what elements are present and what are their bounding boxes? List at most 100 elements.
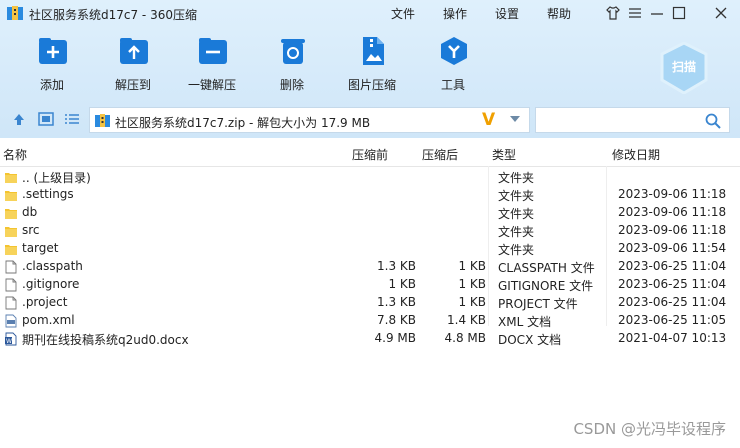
file-size-before: 1 KB — [388, 277, 416, 291]
close-icon[interactable] — [713, 5, 729, 21]
maximize-icon[interactable] — [671, 5, 687, 21]
delete-button[interactable]: 删除 — [257, 34, 327, 94]
menu-settings[interactable]: 设置 — [495, 5, 519, 22]
file-icon — [4, 259, 18, 274]
file-row[interactable]: .gitignore 1 KB 1 KB GITIGNORE 文件 2023-06-25… — [0, 275, 740, 293]
file-type: DOCX 文档 — [498, 333, 562, 347]
file-date: 2023-09-06 11:18 — [618, 187, 727, 201]
file-name: target — [22, 241, 59, 255]
add-button[interactable]: 添加 — [17, 34, 87, 94]
add-icon — [39, 38, 67, 64]
v-badge-icon[interactable]: V — [482, 110, 495, 130]
extract-to-label: 解压到 — [114, 78, 151, 92]
file-date: 2023-06-25 11:04 — [618, 277, 727, 291]
file-name: pom.xml — [22, 313, 75, 327]
file-date: 2023-09-06 11:18 — [618, 223, 727, 237]
tools-label: 工具 — [440, 78, 465, 92]
scan-label: 扫描 — [671, 60, 696, 74]
column-name[interactable]: 名称 — [3, 146, 27, 163]
skin-shirt-icon[interactable] — [605, 5, 621, 21]
file-icon — [4, 277, 18, 292]
file-icon — [4, 295, 18, 310]
path-dropdown-icon[interactable] — [510, 116, 520, 122]
folder-icon — [4, 187, 18, 201]
file-type: 文件夹 — [498, 243, 535, 257]
file-date: 2023-06-25 11:04 — [618, 259, 727, 273]
archive-app-icon — [7, 6, 23, 20]
file-name: .. (上级目录) — [22, 171, 91, 185]
tools-icon — [441, 37, 467, 65]
file-row[interactable]: db 文件夹 2023-09-06 11:18 — [0, 203, 740, 221]
file-size-before: 4.9 MB — [374, 331, 416, 345]
window-title: 社区服务系统d17c7 - 360压缩 — [29, 8, 197, 22]
file-row[interactable]: .. (上级目录) 文件夹 — [0, 167, 740, 185]
menu-action[interactable]: 操作 — [443, 5, 467, 22]
column-before[interactable]: 压缩前 — [352, 146, 388, 163]
add-label: 添加 — [39, 78, 64, 92]
file-type: CLASSPATH 文件 — [498, 261, 595, 275]
address-row: 社区服务系统d17c7.zip - 解包大小为 17.9 MB V — [0, 104, 740, 134]
one-click-extract-label: 一键解压 — [187, 78, 236, 92]
file-name: .project — [22, 295, 68, 309]
file-date: 2023-09-06 11:18 — [618, 205, 727, 219]
menu-lines-icon[interactable] — [627, 5, 643, 21]
svg-text:W: W — [6, 338, 12, 345]
xml-file-icon — [4, 313, 18, 328]
file-name: src — [22, 223, 40, 237]
file-row[interactable]: .classpath 1.3 KB 1 KB CLASSPATH 文件 2023-06-… — [0, 257, 740, 275]
folder-icon — [4, 169, 18, 183]
file-name: 期刊在线投稿系统q2ud0.docx — [22, 333, 189, 347]
image-compress-button[interactable]: 图片压缩 — [337, 34, 407, 94]
title-bar: 社区服务系统d17c7 - 360压缩 文件 操作 设置 帮助 — [0, 0, 740, 28]
search-input[interactable] — [535, 107, 730, 133]
one-click-extract-icon — [199, 38, 227, 64]
file-name: .classpath — [22, 259, 83, 273]
scan-button[interactable]: 扫描 — [660, 42, 708, 94]
minimize-icon[interactable] — [649, 5, 665, 21]
file-type: 文件夹 — [498, 207, 535, 221]
up-arrow-icon[interactable] — [12, 112, 26, 126]
file-list-header: 名称 压缩前 压缩后 类型 修改日期 — [0, 138, 740, 167]
column-date[interactable]: 修改日期 — [612, 146, 660, 163]
file-row[interactable]: target 文件夹 2023-09-06 11:54 — [0, 239, 740, 257]
folder-icon — [4, 205, 18, 219]
menu-help[interactable]: 帮助 — [547, 5, 571, 22]
file-type: 文件夹 — [498, 171, 535, 185]
one-click-extract-button[interactable]: 一键解压 — [177, 34, 247, 94]
file-type: XML 文档 — [498, 315, 552, 329]
search-icon[interactable] — [705, 113, 721, 129]
thumbnail-view-icon[interactable] — [38, 112, 54, 126]
top-chrome: 社区服务系统d17c7 - 360压缩 文件 操作 设置 帮助 添加 解压到 一… — [0, 0, 740, 138]
column-after[interactable]: 压缩后 — [422, 146, 458, 163]
file-size-after: 1 KB — [458, 259, 486, 273]
word-doc-icon: W — [4, 331, 18, 346]
file-size-before: 7.8 KB — [377, 313, 416, 327]
file-size-before: 1.3 KB — [377, 259, 416, 273]
file-date: 2023-06-25 11:04 — [618, 295, 727, 309]
file-name: .settings — [22, 187, 74, 201]
file-row[interactable]: W 期刊在线投稿系统q2ud0.docx 4.9 MB 4.8 MB DOCX 文档 20… — [0, 329, 740, 347]
file-type: 文件夹 — [498, 225, 535, 239]
delete-icon — [281, 39, 305, 64]
list-view-icon[interactable] — [64, 112, 80, 126]
file-row[interactable]: .project 1.3 KB 1 KB PROJECT 文件 2023-06-25 1… — [0, 293, 740, 311]
file-date: 2021-04-07 10:13 — [618, 331, 727, 345]
menu-file[interactable]: 文件 — [391, 5, 415, 22]
path-text: 社区服务系统d17c7.zip - 解包大小为 17.9 MB — [115, 116, 371, 130]
tools-button[interactable]: 工具 — [418, 34, 488, 94]
zip-archive-icon — [95, 114, 110, 127]
file-row[interactable]: .settings 文件夹 2023-09-06 11:18 — [0, 185, 740, 203]
watermark: CSDN @光冯毕设程序 — [573, 420, 726, 438]
extract-to-button[interactable]: 解压到 — [98, 34, 168, 94]
folder-icon — [4, 241, 18, 255]
file-size-after: 1 KB — [458, 295, 486, 309]
column-type[interactable]: 类型 — [492, 146, 516, 163]
file-name: db — [22, 205, 38, 219]
file-name: .gitignore — [22, 277, 80, 291]
file-size-before: 1.3 KB — [377, 295, 416, 309]
path-bar[interactable]: 社区服务系统d17c7.zip - 解包大小为 17.9 MB V — [89, 107, 530, 133]
extract-to-icon — [120, 38, 148, 64]
file-row[interactable]: pom.xml 7.8 KB 1.4 KB XML 文档 2023-06-25 11:0… — [0, 311, 740, 329]
file-row[interactable]: src 文件夹 2023-09-06 11:18 — [0, 221, 740, 239]
file-date: 2023-06-25 11:05 — [618, 313, 727, 327]
